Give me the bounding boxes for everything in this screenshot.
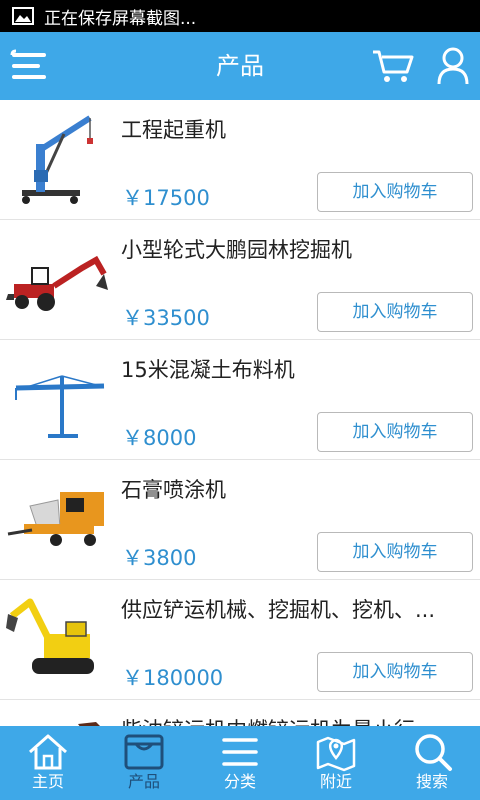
- product-list: 工程起重机 ￥17500 加入购物车 小型轮式大鹏园林挖掘机 ￥33500 加入…: [0, 100, 480, 726]
- spray-machine-image: [7, 492, 104, 546]
- product-item[interactable]: 柴油铲运机内燃铲运机为最小行: [0, 700, 480, 726]
- product-name[interactable]: 石膏喷涂机: [121, 474, 473, 504]
- bottom-tab-bar: 主页 产品 分类 附近 搜索: [0, 726, 480, 800]
- cart-icon[interactable]: [371, 48, 415, 84]
- product-name[interactable]: 15米混凝土布料机: [121, 354, 473, 384]
- tab-nearby[interactable]: 附近: [288, 726, 384, 800]
- product-item[interactable]: 15米混凝土布料机 ￥8000 加入购物车: [0, 340, 480, 460]
- add-to-cart-button[interactable]: 加入购物车: [317, 652, 473, 692]
- tab-label: 主页: [31, 772, 64, 791]
- product-name[interactable]: 小型轮式大鹏园林挖掘机: [121, 234, 473, 264]
- product-price: ￥33500: [122, 306, 210, 330]
- product-item[interactable]: 石膏喷涂机 ￥3800 加入购物车: [0, 460, 480, 580]
- list-icon: [222, 738, 258, 766]
- tab-label: 分类: [223, 772, 256, 791]
- loader-image: [78, 722, 100, 726]
- screenshot-icon: [12, 7, 34, 25]
- backhoe-image: [6, 255, 108, 311]
- app-header: 产品: [0, 32, 480, 100]
- home-icon: [29, 734, 67, 770]
- map-icon: [316, 736, 356, 772]
- product-price: ￥8000: [122, 426, 197, 450]
- product-item[interactable]: 工程起重机 ￥17500 加入购物车: [0, 100, 480, 220]
- user-icon[interactable]: [436, 46, 470, 86]
- product-item[interactable]: 供应铲运机械、挖掘机、挖机、... ￥180000 加入购物车: [0, 580, 480, 700]
- tab-home[interactable]: 主页: [0, 726, 96, 800]
- tab-label: 附近: [319, 772, 352, 791]
- product-price: ￥180000: [122, 666, 224, 690]
- search-icon: [415, 734, 452, 771]
- crane-image: [22, 115, 93, 204]
- excavator-image: [6, 598, 94, 674]
- status-bar: 正在保存屏幕截图...: [0, 0, 480, 32]
- tab-label: 搜索: [415, 772, 448, 791]
- tab-search[interactable]: 搜索: [384, 726, 480, 800]
- product-name[interactable]: 供应铲运机械、挖掘机、挖机、...: [121, 594, 473, 624]
- concrete-placer-image: [15, 375, 105, 438]
- add-to-cart-button[interactable]: 加入购物车: [317, 172, 473, 212]
- tab-label: 产品: [127, 772, 160, 791]
- product-box-icon: [124, 734, 164, 770]
- tab-products[interactable]: 产品: [96, 726, 192, 800]
- product-name[interactable]: 柴油铲运机内燃铲运机为最小行: [121, 714, 473, 726]
- product-price: ￥17500: [122, 186, 210, 210]
- product-item[interactable]: 小型轮式大鹏园林挖掘机 ￥33500 加入购物车: [0, 220, 480, 340]
- add-to-cart-button[interactable]: 加入购物车: [317, 292, 473, 332]
- add-to-cart-button[interactable]: 加入购物车: [317, 532, 473, 572]
- status-text: 正在保存屏幕截图...: [44, 8, 197, 29]
- product-name[interactable]: 工程起重机: [121, 114, 473, 144]
- product-price: ￥3800: [122, 546, 197, 570]
- add-to-cart-button[interactable]: 加入购物车: [317, 412, 473, 452]
- tab-categories[interactable]: 分类: [192, 726, 288, 800]
